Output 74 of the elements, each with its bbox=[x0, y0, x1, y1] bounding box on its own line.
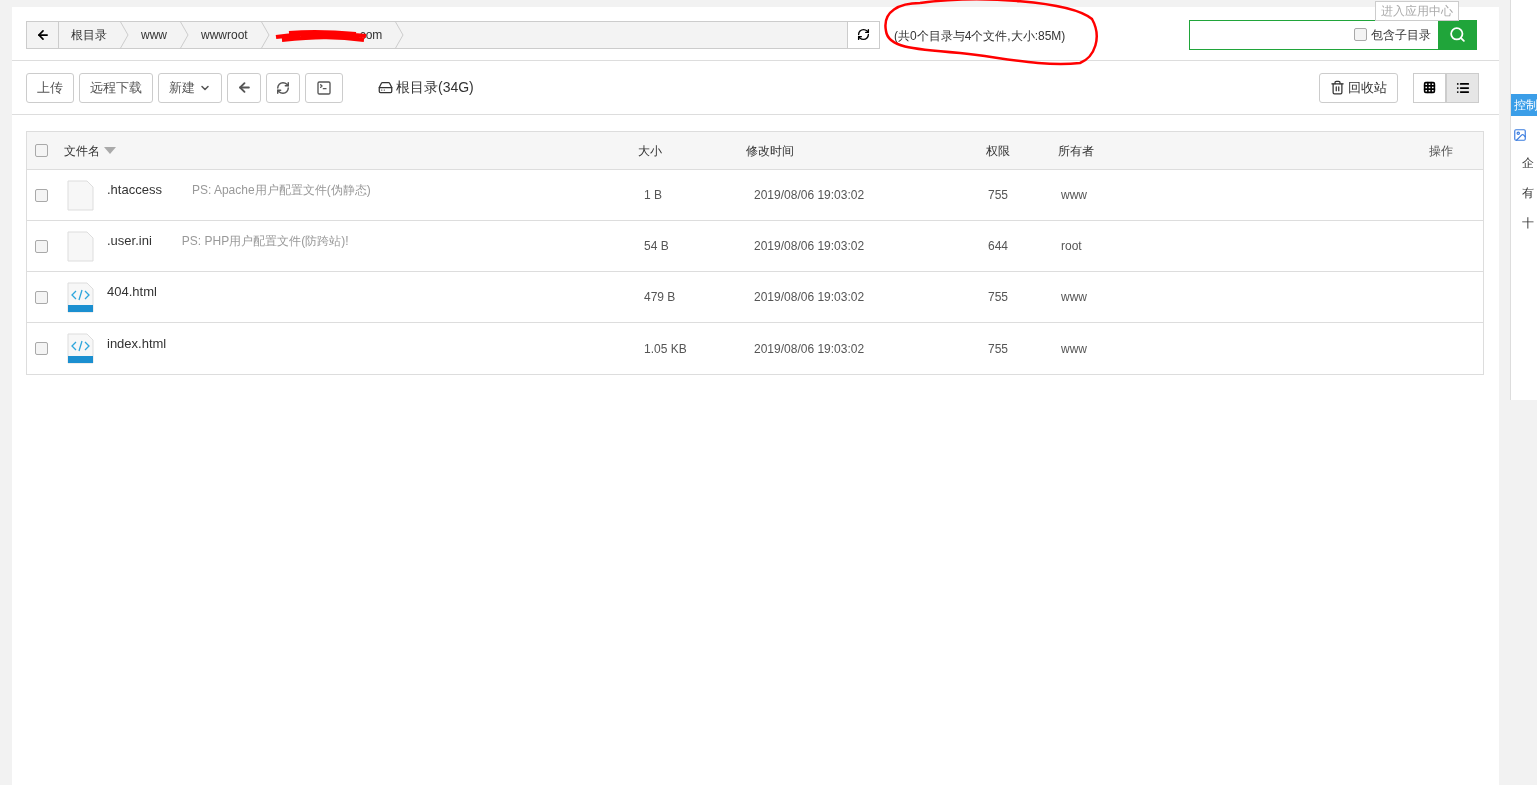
column-header[interactable]: 文件名 bbox=[64, 141, 100, 160]
file-row[interactable]: index.html 1.05 KB 2019/08/06 19:03:02 755 www bbox=[27, 323, 1483, 374]
directory-summary: (共0个目录与4个文件,大小:85M) bbox=[894, 28, 1066, 43]
column-header: 权限 bbox=[986, 142, 1011, 160]
size-cell-text: 1 B bbox=[643, 187, 663, 204]
list-view-button[interactable] bbox=[1446, 72, 1479, 103]
owner-cell-text: www bbox=[1061, 289, 1087, 306]
grid-icon bbox=[1423, 81, 1436, 94]
file-row[interactable]: .user.ini PS: PHP用户配置文件(防跨站)! 54 B 2019/08/06 19:03:02 644 root bbox=[27, 221, 1483, 272]
checkbox[interactable] bbox=[35, 188, 48, 202]
owner-cell-text: www bbox=[1061, 340, 1087, 358]
modified-cell-text: 2019/08/06 19:03:02 bbox=[753, 289, 866, 306]
side-text: 十 bbox=[1521, 215, 1535, 232]
refresh-button[interactable] bbox=[847, 21, 879, 48]
permissions-cell-text: 755 bbox=[987, 289, 1010, 306]
disk-label: 根目录(34G) bbox=[396, 78, 474, 97]
file-row[interactable]: 404.html 479 B 2019/08/06 19:03:02 755 www bbox=[27, 272, 1483, 323]
terminal-button[interactable] bbox=[305, 72, 343, 103]
column-header: 操作 bbox=[1429, 142, 1454, 160]
back-icon bbox=[236, 80, 252, 95]
side-text: 有 bbox=[1521, 185, 1535, 202]
back-icon bbox=[35, 27, 50, 42]
owner-cell-text: www bbox=[1061, 187, 1087, 204]
new-dropdown-button[interactable]: 新建 bbox=[158, 72, 222, 103]
column-header: 大小 bbox=[638, 142, 663, 160]
terminal-icon bbox=[316, 79, 332, 96]
size-cell-text: 54 B bbox=[643, 238, 670, 255]
image-icon bbox=[1513, 128, 1527, 142]
file-row[interactable]: .htaccess PS: Apache用户配置文件(伪静态) 1 B 2019/08/06 19:03:02 755 www bbox=[27, 170, 1483, 221]
size-cell-text: 1.05 KB bbox=[643, 340, 688, 358]
trash-icon bbox=[1330, 80, 1345, 95]
grid-view-button[interactable] bbox=[1413, 72, 1446, 103]
search-icon bbox=[1448, 26, 1466, 43]
column-header: 所有者 bbox=[1058, 142, 1094, 160]
sort-caret-icon bbox=[104, 147, 116, 154]
side-text: 企 bbox=[1521, 155, 1535, 172]
file-note: PS: PHP用户配置文件(防跨站)! bbox=[181, 233, 349, 250]
recycle-bin-button[interactable]: 回收站 bbox=[1319, 72, 1398, 103]
modified-cell-text: 2019/08/06 19:03:02 bbox=[753, 238, 866, 255]
permissions-cell-text: 755 bbox=[987, 187, 1010, 204]
file-name[interactable]: .user.ini bbox=[107, 231, 152, 251]
permissions-cell-text: 755 bbox=[987, 340, 1010, 358]
refresh-icon bbox=[276, 80, 290, 95]
file-note: PS: Apache用户配置文件(伪静态) bbox=[191, 182, 371, 199]
include-subdirs-label: 包含子目录 bbox=[1371, 26, 1431, 44]
checkbox[interactable] bbox=[35, 290, 48, 304]
modified-cell-text: 2019/08/06 19:03:02 bbox=[753, 187, 866, 204]
owner-cell-text: root bbox=[1061, 238, 1082, 255]
checkbox[interactable] bbox=[35, 144, 48, 157]
back-button[interactable] bbox=[227, 72, 261, 103]
breadcrumb-item[interactable]: www bbox=[141, 25, 167, 44]
size-cell-text: 479 B bbox=[643, 289, 677, 306]
modified-cell-text: 2019/08/06 19:03:02 bbox=[753, 340, 866, 358]
tooltip: 进入应用中心 bbox=[1375, 1, 1459, 21]
file-icon bbox=[67, 230, 94, 262]
file-name[interactable]: .htaccess bbox=[107, 180, 162, 200]
column-header: 修改时间 bbox=[746, 142, 795, 160]
toolbar-button[interactable]: 上传 bbox=[26, 72, 74, 103]
file-icon bbox=[67, 179, 94, 211]
html-file-icon bbox=[67, 333, 94, 364]
checkbox[interactable] bbox=[35, 239, 48, 253]
html-file-icon bbox=[67, 281, 94, 313]
file-name[interactable]: index.html bbox=[107, 333, 167, 354]
checkbox[interactable] bbox=[1354, 28, 1367, 41]
permissions-cell-text: 644 bbox=[987, 238, 1010, 255]
checkbox[interactable] bbox=[35, 342, 48, 355]
toolbar-button[interactable]: 远程下载 bbox=[79, 72, 153, 103]
refresh-icon bbox=[857, 28, 870, 41]
search-button[interactable] bbox=[1438, 20, 1476, 49]
file-name[interactable]: 404.html bbox=[107, 282, 157, 302]
search-field[interactable]: 包含子目录 bbox=[1189, 19, 1477, 50]
breadcrumb-item[interactable]: 根目录 bbox=[71, 25, 107, 44]
breadcrumb-item[interactable]: wwwroot bbox=[201, 25, 248, 44]
list-icon bbox=[1455, 80, 1470, 95]
